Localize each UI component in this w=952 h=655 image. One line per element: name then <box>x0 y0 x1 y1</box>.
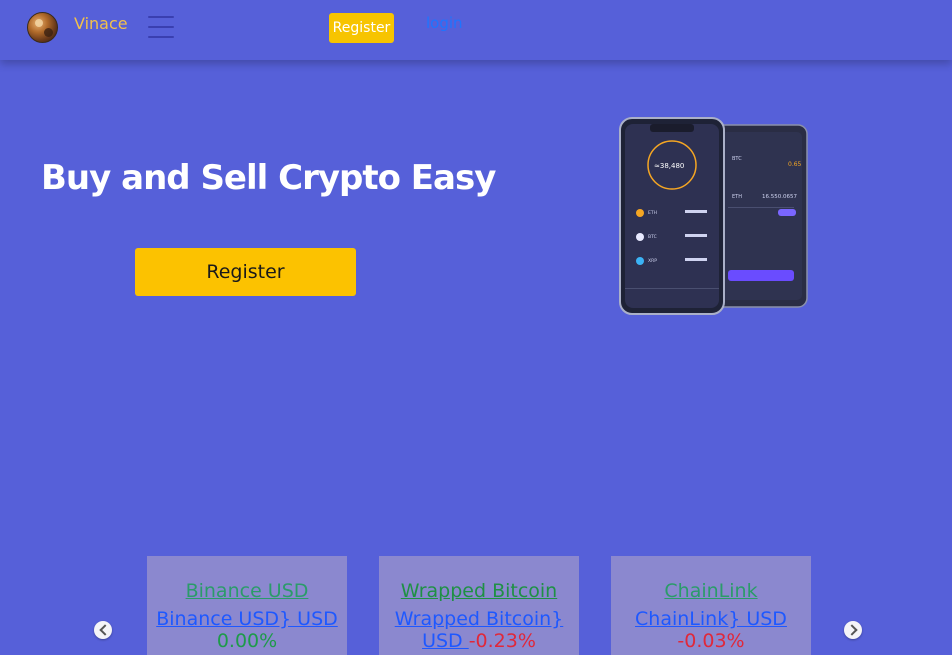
brand-name[interactable]: Vinace <box>74 14 128 33</box>
phone-value-2: 16.550.0657 <box>762 194 797 200</box>
card-change: -0.03% <box>677 630 745 652</box>
card-change: -0.23% <box>468 630 536 652</box>
chevron-right-icon[interactable] <box>844 621 862 639</box>
card-pair-link[interactable]: Binance USD} USD 0.00% <box>147 608 347 652</box>
card-pair-text: ChainLink} USD <box>635 608 787 630</box>
card-name-link[interactable]: Binance USD <box>147 580 347 602</box>
svg-text:ETH: ETH <box>732 194 742 200</box>
hero-register-button[interactable]: Register <box>135 248 356 296</box>
crypto-card: Binance USD Binance USD} USD 0.00% <box>147 556 347 655</box>
card-name-link[interactable]: ChainLink <box>611 580 811 602</box>
crypto-card: Wrapped Bitcoin Wrapped Bitcoin} USD -0.2… <box>379 556 579 655</box>
phone-balance: ≈38,480 <box>654 162 684 170</box>
phone-mockup-image: BTC 0.65 ETH 16.550.0657 ≈38,480 ETH BTC… <box>619 117 808 315</box>
nav-login-link[interactable]: login <box>426 14 463 32</box>
phone-value-1: 0.65 <box>788 161 802 168</box>
hamburger-menu-icon[interactable] <box>147 14 175 40</box>
svg-text:BTC: BTC <box>732 156 742 162</box>
hero-title: Buy and Sell Crypto Easy <box>41 158 496 198</box>
phone-coin-2: BTC <box>648 234 657 240</box>
card-change: 0.00% <box>216 630 278 652</box>
card-pair-link[interactable]: Wrapped Bitcoin} USD -0.23% <box>379 608 579 652</box>
card-pair-text: Wrapped Bitcoin} <box>394 608 564 630</box>
crypto-card: ChainLink ChainLink} USD -0.03% <box>611 556 811 655</box>
phone-coin-1: ETH <box>648 210 657 216</box>
card-name-link[interactable]: Wrapped Bitcoin <box>379 580 579 602</box>
card-pair-link[interactable]: ChainLink} USD -0.03% <box>611 608 811 652</box>
nav-register-button[interactable]: Register <box>329 13 394 43</box>
navbar: Vinace Register login <box>0 0 952 60</box>
chevron-left-icon[interactable] <box>94 621 112 639</box>
card-pair-text: Binance USD} USD <box>156 608 338 630</box>
phone-coin-3: XRP <box>648 258 657 264</box>
brand-logo[interactable] <box>27 12 58 43</box>
